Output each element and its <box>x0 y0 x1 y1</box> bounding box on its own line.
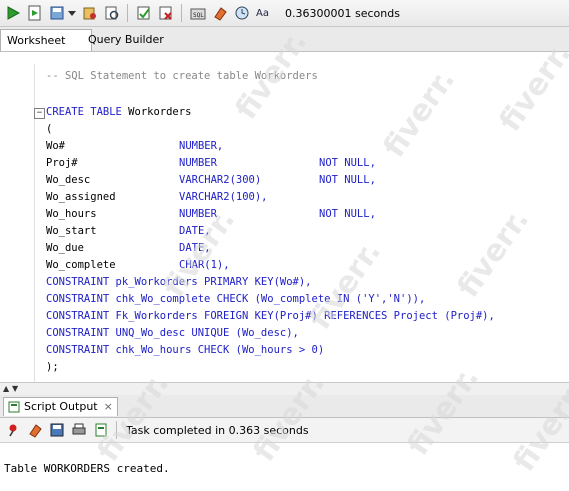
column-constraint: NOT NULL, <box>319 157 376 169</box>
open-paren: ( <box>46 123 53 135</box>
svg-text:Aa: Aa <box>256 8 269 19</box>
rollback-icon[interactable] <box>135 4 153 22</box>
collapse-icon[interactable]: − <box>34 108 45 119</box>
history-icon[interactable] <box>233 4 251 22</box>
output-panel-header: Script Output × <box>0 395 569 418</box>
column-type: NUMBER <box>179 208 217 220</box>
sql-worksheet-editor[interactable]: -- SQL Statement to create table Workord… <box>0 52 569 382</box>
run-statement-icon[interactable] <box>4 4 22 22</box>
column-line: Wo_complete CHAR(1), <box>46 257 230 274</box>
save-icon[interactable] <box>48 421 66 439</box>
script-output-content: Table WORKORDERS created. <box>0 443 569 491</box>
table-name: Workorders <box>121 106 192 118</box>
column-type: CHAR(1), <box>179 259 230 271</box>
constraint-line: CONSTRAINT Fk_Workorders FOREIGN KEY(Pro… <box>46 310 495 322</box>
tab-worksheet[interactable]: Worksheet <box>0 29 92 51</box>
column-line: Wo_due DATE, <box>46 240 211 257</box>
constraint-line: CONSTRAINT chk_Wo_complete CHECK (Wo_com… <box>46 293 426 305</box>
autotrace-icon[interactable] <box>81 4 99 22</box>
commit-icon[interactable] <box>48 4 66 22</box>
print-icon[interactable] <box>70 421 88 439</box>
column-type: VARCHAR2(100), <box>179 191 268 203</box>
column-constraint: NOT NULL, <box>319 208 376 220</box>
tab-script-output[interactable]: Script Output × <box>3 397 118 416</box>
column-type: NUMBER <box>179 157 217 169</box>
dropdown-icon[interactable] <box>67 4 77 22</box>
clear-icon[interactable] <box>157 4 175 22</box>
format-case-icon[interactable]: Aa <box>255 4 273 22</box>
explain-plan-icon[interactable] <box>103 4 121 22</box>
pin-icon[interactable] <box>4 421 22 439</box>
column-constraint: NOT NULL, <box>319 174 376 186</box>
eraser-icon[interactable] <box>26 421 44 439</box>
tab-query-builder[interactable]: Query Builder <box>82 29 172 50</box>
column-name: Wo_complete <box>46 259 116 271</box>
column-name: Wo_hours <box>46 208 97 220</box>
editor-tab-bar: Worksheet Query Builder <box>0 27 569 52</box>
constraint-line: CONSTRAINT pk_Workorders PRIMARY KEY(Wo#… <box>46 276 312 288</box>
column-line: Proj# NUMBER NOT NULL, <box>46 155 376 172</box>
task-status: Task completed in 0.363 seconds <box>126 423 309 437</box>
output-toolbar: Task completed in 0.363 seconds <box>0 418 569 443</box>
constraint-line: CONSTRAINT UNQ_Wo_desc UNIQUE (Wo_desc), <box>46 327 299 339</box>
collapse-down-icon[interactable]: ▼ <box>12 384 18 393</box>
column-line: Wo_assigned VARCHAR2(100), <box>46 189 268 206</box>
open-file-icon[interactable] <box>92 421 110 439</box>
sql-comment: -- SQL Statement to create table Workord… <box>46 70 318 82</box>
collapse-up-icon[interactable]: ▲ <box>3 384 9 393</box>
sql-tuning-icon[interactable]: SQL <box>189 4 207 22</box>
toolbar-divider <box>127 4 128 22</box>
column-line: Wo_desc VARCHAR2(300) NOT NULL, <box>46 172 376 189</box>
column-type: VARCHAR2(300) <box>179 174 262 186</box>
toolbar-divider <box>181 4 182 22</box>
close-statement: ); <box>46 361 59 373</box>
column-name: Wo_start <box>46 225 97 237</box>
main-toolbar: SQL Aa 0.36300001 seconds <box>0 0 569 27</box>
close-tab-icon[interactable]: × <box>104 398 113 416</box>
column-name: Wo_assigned <box>46 191 116 203</box>
column-line: Wo_hours NUMBER NOT NULL, <box>46 206 376 223</box>
column-type: DATE, <box>179 225 211 237</box>
create-keyword: CREATE TABLE <box>46 106 122 118</box>
column-line: Wo# NUMBER, <box>46 138 223 155</box>
script-output-icon <box>8 401 20 413</box>
toolbar-divider <box>116 421 117 439</box>
column-name: Wo_due <box>46 242 84 254</box>
output-result-line: Table WORKORDERS created. <box>4 462 170 475</box>
elapsed-time: 0.36300001 seconds <box>285 6 400 20</box>
code-area[interactable]: -- SQL Statement to create table Workord… <box>0 52 569 382</box>
script-output-label: Script Output <box>24 400 98 413</box>
run-script-icon[interactable] <box>26 4 44 22</box>
constraint-line: CONSTRAINT chk_Wo_hours CHECK (Wo_hours … <box>46 344 325 356</box>
panel-splitter[interactable]: ▲ ▼ <box>0 382 569 396</box>
column-type: DATE, <box>179 242 211 254</box>
column-name: Proj# <box>46 157 78 169</box>
column-name: Wo# <box>46 140 65 152</box>
column-line: Wo_start DATE, <box>46 223 211 240</box>
create-statement-line: CREATE TABLE Workorders <box>46 104 191 121</box>
eraser-icon[interactable] <box>211 4 229 22</box>
column-name: Wo_desc <box>46 174 91 186</box>
column-type: NUMBER, <box>179 140 224 152</box>
svg-text:SQL: SQL <box>193 12 204 19</box>
